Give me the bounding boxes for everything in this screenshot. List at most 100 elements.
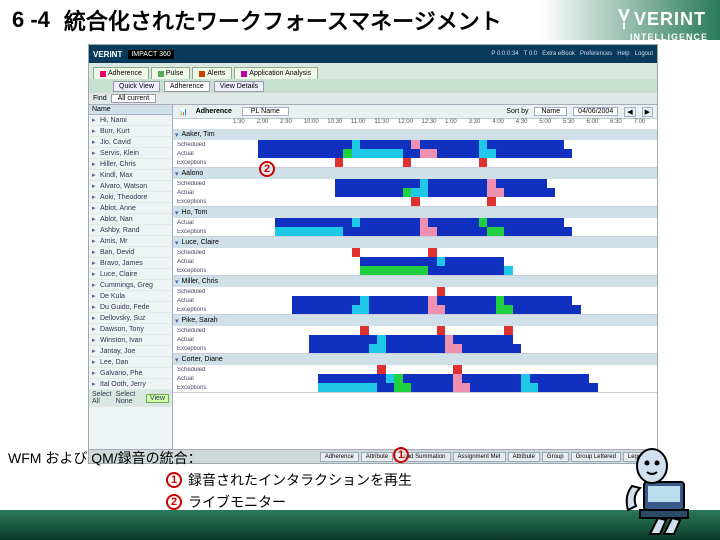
date-field[interactable]: 04/06/2004 xyxy=(573,107,618,116)
gantt-segment[interactable] xyxy=(275,227,343,236)
gantt-segment[interactable] xyxy=(453,365,461,374)
gantt-segment[interactable] xyxy=(369,305,428,314)
employee-row-header[interactable]: ▾Ho, Tom xyxy=(173,207,657,218)
gantt-segment[interactable] xyxy=(411,188,428,197)
gantt-segment[interactable] xyxy=(411,383,453,392)
gantt-segment[interactable] xyxy=(445,344,462,353)
employee-row-header[interactable]: ▾Miller, Chris xyxy=(173,276,657,287)
gantt-segment[interactable] xyxy=(292,296,360,305)
tab-pulse[interactable]: Pulse xyxy=(151,67,191,79)
gantt-segment[interactable] xyxy=(403,149,420,158)
gantt-segment[interactable] xyxy=(487,188,504,197)
gantt-segment[interactable] xyxy=(343,227,360,236)
subtab-quickview[interactable]: Quick View xyxy=(113,81,160,92)
footer-button[interactable]: Group xyxy=(542,452,569,462)
gantt-segment[interactable] xyxy=(445,257,504,266)
gantt-segment[interactable] xyxy=(504,326,512,335)
list-item[interactable]: ▸Galvano, Phe xyxy=(89,368,172,379)
gantt-segment[interactable] xyxy=(504,188,555,197)
prev-button[interactable]: ◀ xyxy=(624,107,635,117)
gantt-segment[interactable] xyxy=(420,227,437,236)
gantt-segment[interactable] xyxy=(411,197,419,206)
gantt-segment[interactable] xyxy=(462,374,521,383)
employee-row-header[interactable]: ▾Aalono xyxy=(173,168,657,179)
list-item[interactable]: ▸Burr, Kurt xyxy=(89,126,172,137)
gantt-segment[interactable] xyxy=(530,374,589,383)
topmenu-item[interactable]: Logout xyxy=(635,51,653,57)
gantt-segment[interactable] xyxy=(437,257,445,266)
list-item[interactable]: ▸Luce, Claire xyxy=(89,269,172,280)
gantt-segment[interactable] xyxy=(437,326,445,335)
list-item[interactable]: ▸Alvaro, Watson xyxy=(89,181,172,192)
list-item[interactable]: ▸Winston, Ivan xyxy=(89,335,172,346)
footer-button[interactable]: Assignment Met xyxy=(453,452,506,462)
gantt-segment[interactable] xyxy=(369,296,428,305)
gantt-segment[interactable] xyxy=(428,188,487,197)
gantt-segment[interactable] xyxy=(437,227,488,236)
list-item[interactable]: ▸Ablot, Nan xyxy=(89,214,172,225)
list-item[interactable]: ▸Servis, Klein xyxy=(89,148,172,159)
gantt-segment[interactable] xyxy=(504,296,572,305)
list-item[interactable]: ▸Dawson, Tony xyxy=(89,324,172,335)
gantt-segment[interactable] xyxy=(403,374,454,383)
gantt-segment[interactable] xyxy=(377,365,385,374)
next-button[interactable]: ▶ xyxy=(642,107,653,117)
gantt-segment[interactable] xyxy=(496,296,504,305)
tab-alerts[interactable]: Alerts xyxy=(192,67,232,79)
gantt-segment[interactable] xyxy=(386,344,445,353)
gantt-segment[interactable] xyxy=(496,149,572,158)
gantt-segment[interactable] xyxy=(292,305,351,314)
employee-row-header[interactable]: ▾Aaker, Tim xyxy=(173,129,657,140)
gantt-segment[interactable] xyxy=(445,266,504,275)
list-item[interactable]: ▸Lee, Dan xyxy=(89,357,172,368)
gantt-segment[interactable] xyxy=(462,344,521,353)
list-item[interactable]: ▸Aoki, Theodore xyxy=(89,192,172,203)
gantt-segment[interactable] xyxy=(309,344,368,353)
gantt-segment[interactable] xyxy=(377,335,385,344)
gantt-segment[interactable] xyxy=(428,266,445,275)
gantt-segment[interactable] xyxy=(369,344,386,353)
gantt-segment[interactable] xyxy=(335,179,420,188)
sort-dropdown[interactable]: Name xyxy=(534,107,567,116)
list-item[interactable]: ▸Jio, Cavid xyxy=(89,137,172,148)
list-item[interactable]: ▸Ital Ooth, Jerry xyxy=(89,379,172,390)
select-none[interactable]: Select None xyxy=(116,391,142,405)
list-item[interactable]: ▸Jantay, Joe xyxy=(89,346,172,357)
gantt-segment[interactable] xyxy=(487,227,504,236)
list-item[interactable]: ▸Kindl, Max xyxy=(89,170,172,181)
select-all[interactable]: Select All xyxy=(92,391,112,405)
gantt-segment[interactable] xyxy=(335,188,403,197)
gantt-segment[interactable] xyxy=(538,383,597,392)
gantt-segment[interactable] xyxy=(352,140,360,149)
gantt-segment[interactable] xyxy=(496,305,513,314)
list-item[interactable]: ▸Hiller, Chris xyxy=(89,159,172,170)
employee-row-header[interactable]: ▾Pike, Sarah xyxy=(173,315,657,326)
gantt-segment[interactable] xyxy=(420,140,479,149)
gantt-segment[interactable] xyxy=(487,218,563,227)
gantt-segment[interactable] xyxy=(352,149,403,158)
gantt-segment[interactable] xyxy=(318,383,377,392)
gantt-segment[interactable] xyxy=(428,305,445,314)
gantt-segment[interactable] xyxy=(487,179,495,188)
gantt-segment[interactable] xyxy=(335,158,343,167)
gantt-segment[interactable] xyxy=(360,296,368,305)
gantt-segment[interactable] xyxy=(487,197,495,206)
gantt-segment[interactable] xyxy=(386,335,445,344)
gantt-segment[interactable] xyxy=(521,374,529,383)
list-item[interactable]: ▸Cummings, Greg xyxy=(89,280,172,291)
gantt-segment[interactable] xyxy=(428,179,487,188)
gantt-segment[interactable] xyxy=(377,383,394,392)
gantt-segment[interactable] xyxy=(343,149,351,158)
gantt-segment[interactable] xyxy=(411,140,419,149)
tab-adherence[interactable]: Adherence xyxy=(93,67,149,79)
gantt-segment[interactable] xyxy=(437,287,445,296)
gantt-segment[interactable] xyxy=(453,383,470,392)
gantt-segment[interactable] xyxy=(394,383,411,392)
employee-row-header[interactable]: ▾Luce, Claire xyxy=(173,237,657,248)
topmenu-item[interactable]: Extra eBook xyxy=(542,51,575,57)
gantt-segment[interactable] xyxy=(437,149,479,158)
list-item[interactable]: ▸Ban, Devid xyxy=(89,247,172,258)
gantt-segment[interactable] xyxy=(258,140,351,149)
gantt-segment[interactable] xyxy=(420,218,428,227)
gantt-segment[interactable] xyxy=(521,383,538,392)
